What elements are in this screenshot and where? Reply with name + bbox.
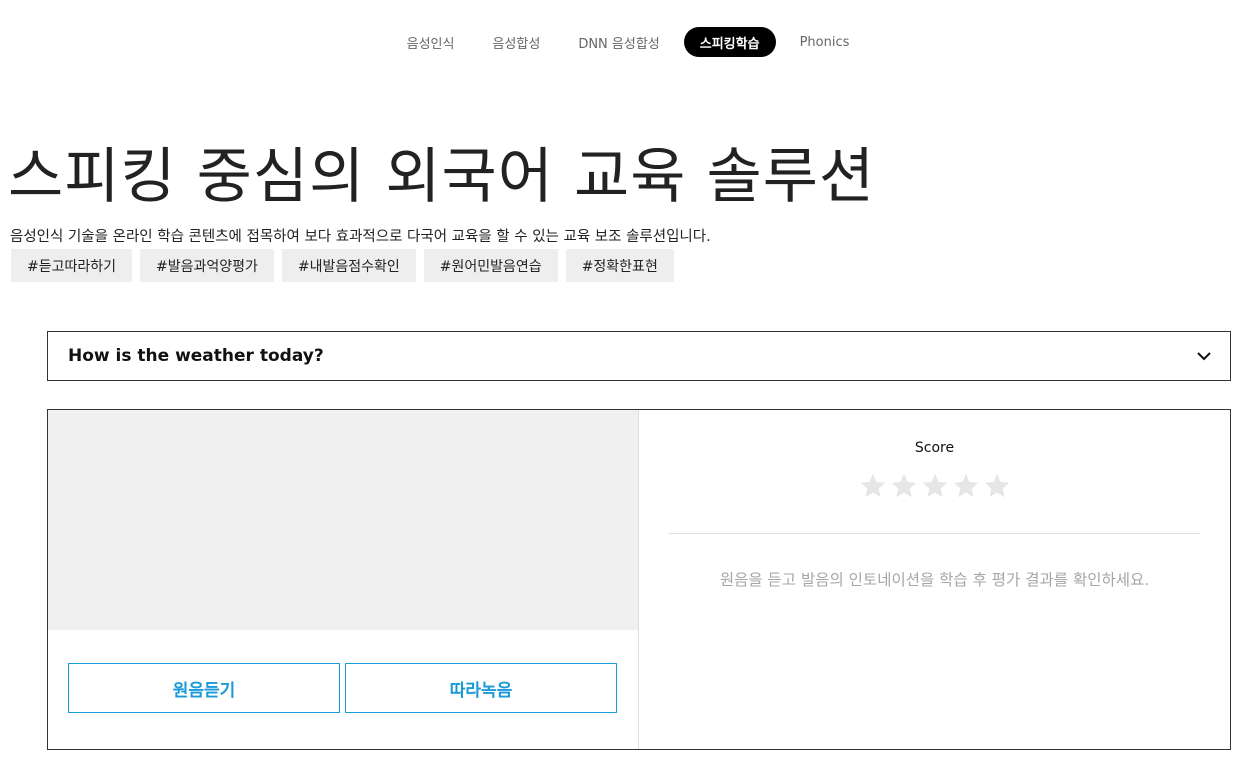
nav-item-dnn-speech-synthesis[interactable]: DNN 음성합성 <box>559 27 678 57</box>
page: 음성인식 음성합성 DNN 음성합성 스피킹학습 Phonics 스피킹 중심의… <box>0 0 1256 773</box>
practice-left: 원음듣기 따라녹음 <box>48 410 639 749</box>
star-icon <box>891 473 916 498</box>
tag-accurate-expression[interactable]: #정확한표현 <box>565 249 674 282</box>
nav-item-speech-recognition[interactable]: 음성인식 <box>388 27 474 57</box>
sentence-dropdown[interactable]: How is the weather today? <box>47 331 1231 381</box>
listen-original-button[interactable]: 원음듣기 <box>68 663 340 713</box>
selected-sentence: How is the weather today? <box>68 346 324 366</box>
tag-list: #듣고따라하기 #발음과억양평가 #내발음점수확인 #원어민발음연습 #정확한표… <box>11 249 674 282</box>
star-rating <box>639 472 1230 500</box>
score-label: Score <box>914 440 955 456</box>
top-nav: 음성인식 음성합성 DNN 음성합성 스피킹학습 Phonics <box>0 27 1256 57</box>
tag-listen-repeat[interactable]: #듣고따라하기 <box>11 249 133 282</box>
page-title: 스피킹 중심의 외국어 교육 솔루션 <box>8 142 876 212</box>
star-icon <box>922 473 947 498</box>
nav-item-speaking-learning[interactable]: 스피킹학습 <box>683 27 776 57</box>
star-icon <box>984 473 1009 498</box>
chevron-down-icon[interactable] <box>1196 348 1212 364</box>
practice-panel: 원음듣기 따라녹음 Score 원음을 듣고 발음의 인토네이션을 학습 후 평… <box>47 409 1231 750</box>
nav-item-speech-synthesis[interactable]: 음성합성 <box>473 27 559 57</box>
page-description: 음성인식 기술을 온라인 학습 콘텐츠에 접목하여 보다 효과적으로 다국어 교… <box>10 229 711 245</box>
tag-pronunciation-intonation[interactable]: #발음과억양평가 <box>140 249 274 282</box>
star-icon <box>953 473 978 498</box>
star-icon <box>860 473 885 498</box>
tag-native-practice[interactable]: #원어민발음연습 <box>423 249 558 282</box>
score-area: Score 원음을 듣고 발음의 인토네이션을 학습 후 평가 결과를 확인하세… <box>639 410 1230 749</box>
nav-item-phonics[interactable]: Phonics <box>781 27 869 57</box>
media-area <box>48 410 638 630</box>
tag-my-score[interactable]: #내발음점수확인 <box>281 249 416 282</box>
action-buttons: 원음듣기 따라녹음 <box>68 663 617 713</box>
divider <box>669 533 1200 534</box>
chevron-down-icon-svg <box>1197 351 1211 360</box>
result-hint: 원음을 듣고 발음의 인토네이션을 학습 후 평가 결과를 확인하세요. <box>719 571 1150 589</box>
record-follow-button[interactable]: 따라녹음 <box>345 663 617 713</box>
